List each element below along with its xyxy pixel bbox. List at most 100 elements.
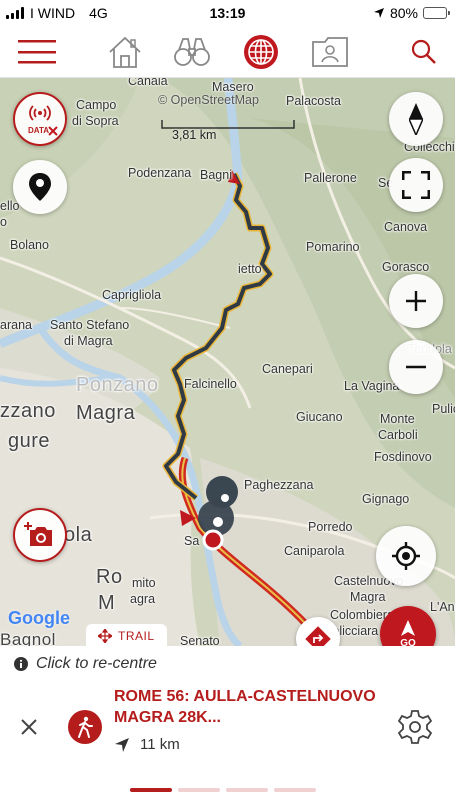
camera-button[interactable] — [13, 508, 67, 562]
home-button[interactable] — [103, 30, 147, 74]
add-photo-icon — [24, 522, 52, 546]
status-bar: I WIND 4G 13:19 80% — [0, 0, 455, 26]
page-dot[interactable] — [226, 788, 268, 792]
place-label: Bolano — [10, 238, 49, 252]
location-arrow-icon — [373, 8, 384, 18]
zoom-in-button[interactable] — [389, 274, 443, 328]
recentre-label: Click to re-centre — [36, 655, 157, 672]
data-label: DATA — [28, 126, 50, 135]
zoom-out-button[interactable] — [389, 340, 443, 394]
place-label: Podenzana — [128, 166, 192, 180]
map-button[interactable] — [239, 30, 283, 74]
plus-icon — [406, 291, 426, 311]
menu-icon — [18, 40, 56, 64]
place-label: Canova — [384, 220, 428, 234]
place-label: Canepari — [262, 362, 313, 376]
route-distance: 11 km — [140, 736, 180, 753]
place-label: Giucano — [296, 410, 343, 424]
place-label: Campo — [76, 98, 117, 112]
home-icon — [109, 36, 141, 68]
place-label: Pulic — [432, 402, 455, 416]
pin-button[interactable] — [13, 160, 67, 214]
fullscreen-button[interactable] — [389, 158, 443, 212]
directions-icon — [305, 626, 331, 646]
place-label: di Sopra — [72, 114, 119, 128]
navigation-arrow-icon — [115, 737, 129, 752]
signal-tower-icon — [29, 105, 51, 121]
place-label: o — [0, 215, 7, 229]
place-label: Caprigliola — [102, 288, 162, 302]
place-label: Caniparola — [284, 544, 345, 558]
close-route-button[interactable] — [14, 712, 44, 742]
place-label: Palacosta — [286, 94, 341, 108]
route-title[interactable]: ROME 56: AULLA-CASTELNUOVO MAGRA 28K... — [114, 686, 384, 728]
profile-card-icon — [312, 37, 348, 67]
hiker-icon — [68, 710, 102, 744]
place-label: Porredo — [308, 520, 353, 534]
location-pin-icon — [29, 173, 51, 201]
crosshair-icon — [392, 542, 420, 570]
gear-icon — [397, 710, 433, 744]
place-label: di Magra — [64, 334, 113, 348]
page-dot[interactable] — [274, 788, 316, 792]
page-dot[interactable] — [130, 788, 172, 792]
place-label: ietto — [238, 262, 262, 276]
place-label: Monte — [380, 412, 415, 426]
top-nav — [0, 26, 455, 78]
place-label: Magra — [76, 402, 136, 424]
place-label: Masero — [212, 80, 254, 94]
place-label: M — [98, 592, 116, 614]
page-dot[interactable] — [178, 788, 220, 792]
battery-icon — [423, 7, 450, 19]
recentre-bar[interactable]: Click to re-centre — [0, 646, 455, 682]
place-label: La Vagina — [344, 379, 400, 393]
go-label: GO — [400, 637, 416, 647]
locate-button[interactable] — [376, 526, 436, 586]
place-label: mito — [132, 576, 156, 590]
info-icon — [14, 657, 28, 671]
place-label: Gorasco — [382, 260, 430, 274]
binoculars-icon — [174, 38, 210, 66]
place-label: Bagni — [200, 168, 232, 182]
route-settings-button[interactable] — [396, 708, 434, 746]
place-label: ola — [64, 524, 93, 546]
compass-button[interactable] — [389, 92, 443, 146]
navigation-arrow-icon — [401, 619, 415, 636]
place-label: Sa — [184, 534, 200, 548]
globe-icon — [244, 35, 278, 69]
place-label: Fosdinovo — [374, 450, 432, 464]
place-label: Falcinello — [184, 377, 237, 391]
place-label: Bagnol — [0, 630, 56, 646]
place-label: L'Ann — [430, 600, 455, 614]
place-label: Ro — [96, 566, 123, 588]
place-label: gure — [8, 430, 51, 452]
place-label: Carboli — [378, 428, 418, 442]
close-icon — [48, 126, 58, 136]
trail-tab[interactable]: TRAIL — [86, 624, 167, 646]
fullscreen-icon — [402, 171, 430, 199]
place-label: Santo Stefano — [50, 318, 130, 332]
move-arrows-icon — [98, 629, 112, 643]
place-label: Magra — [350, 590, 386, 604]
place-label: zzano — [0, 400, 56, 422]
place-label: arana — [0, 318, 32, 332]
close-icon — [21, 719, 37, 735]
profile-button[interactable] — [308, 30, 352, 74]
menu-button[interactable] — [14, 30, 60, 74]
place-label: Canala — [128, 78, 168, 88]
data-toggle-button[interactable]: DATA — [13, 92, 67, 146]
search-button[interactable] — [402, 30, 446, 74]
map-view[interactable]: © OpenStreetMap 3,81 km Canala Masero Pa… — [0, 78, 455, 646]
place-label: agra — [130, 592, 156, 606]
scale-label: 3,81 km — [172, 128, 217, 142]
route-info-panel: ROME 56: AULLA-CASTELNUOVO MAGRA 28K... … — [0, 682, 455, 772]
page-indicator — [130, 788, 316, 792]
google-logo: Google — [8, 608, 70, 628]
minus-icon — [406, 365, 426, 369]
place-label: Ponzano — [76, 374, 159, 396]
explore-button[interactable] — [170, 30, 214, 74]
compass-icon — [409, 103, 423, 135]
place-label: Gignago — [362, 492, 410, 506]
search-icon — [411, 39, 436, 64]
map-attribution: © OpenStreetMap — [158, 93, 259, 107]
